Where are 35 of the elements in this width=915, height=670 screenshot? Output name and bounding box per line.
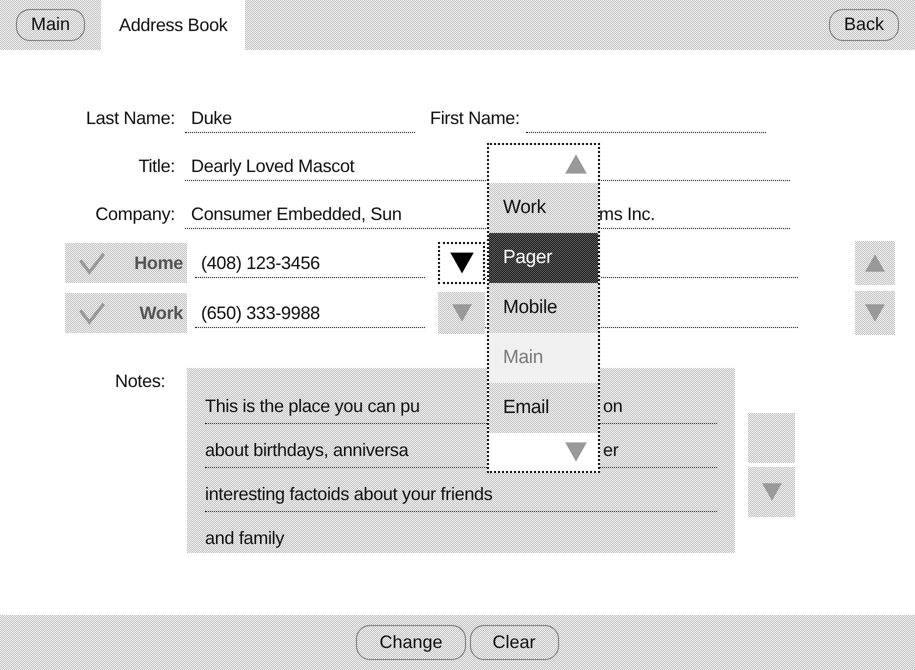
phone-number-field[interactable]: (408) 123-3456 xyxy=(195,248,425,278)
action-button[interactable]: Change xyxy=(356,624,466,660)
phone-type-toggle[interactable]: Home xyxy=(65,243,187,283)
down-arrow-icon xyxy=(564,440,588,464)
scroll-up-button[interactable] xyxy=(855,241,895,285)
down-arrow-icon xyxy=(760,481,782,503)
notes-scroll-up-button[interactable] xyxy=(748,413,795,463)
notes-scroll-down-button[interactable] xyxy=(748,467,795,517)
check-icon xyxy=(79,300,105,326)
check-icon xyxy=(79,250,105,276)
up-arrow-icon xyxy=(864,252,886,274)
phone-type-label: Home xyxy=(134,252,183,274)
menu-item[interactable]: Email xyxy=(489,383,598,433)
page-title: Address Book xyxy=(119,14,228,36)
phone-type-label: Work xyxy=(140,302,183,324)
menu-item[interactable]: Pager xyxy=(489,233,598,283)
scroll-down-button[interactable] xyxy=(855,291,895,335)
menu-item[interactable]: Mobile xyxy=(489,283,598,333)
up-arrow-icon xyxy=(564,152,588,176)
menu-item[interactable]: Work xyxy=(489,183,598,233)
field-label: Title: xyxy=(137,154,176,178)
down-arrow-icon xyxy=(448,250,474,276)
down-arrow-icon xyxy=(450,302,472,324)
phone-type-toggle[interactable]: Work xyxy=(65,293,187,333)
back-button[interactable]: Back xyxy=(828,9,899,41)
down-arrow-icon xyxy=(864,302,886,324)
field-label: Notes: xyxy=(115,370,166,393)
action-button[interactable]: Clear xyxy=(470,624,559,660)
field-label: Last Name: xyxy=(84,106,176,130)
field-label: First Name: xyxy=(430,106,520,130)
phone-type-menu-button[interactable] xyxy=(438,242,485,284)
main-button[interactable]: Main xyxy=(16,9,86,41)
phone-number-field[interactable]: (650) 333-9988 xyxy=(195,298,425,328)
field-label: Company: xyxy=(94,202,176,226)
last-name-field[interactable]: Duke xyxy=(185,103,415,133)
